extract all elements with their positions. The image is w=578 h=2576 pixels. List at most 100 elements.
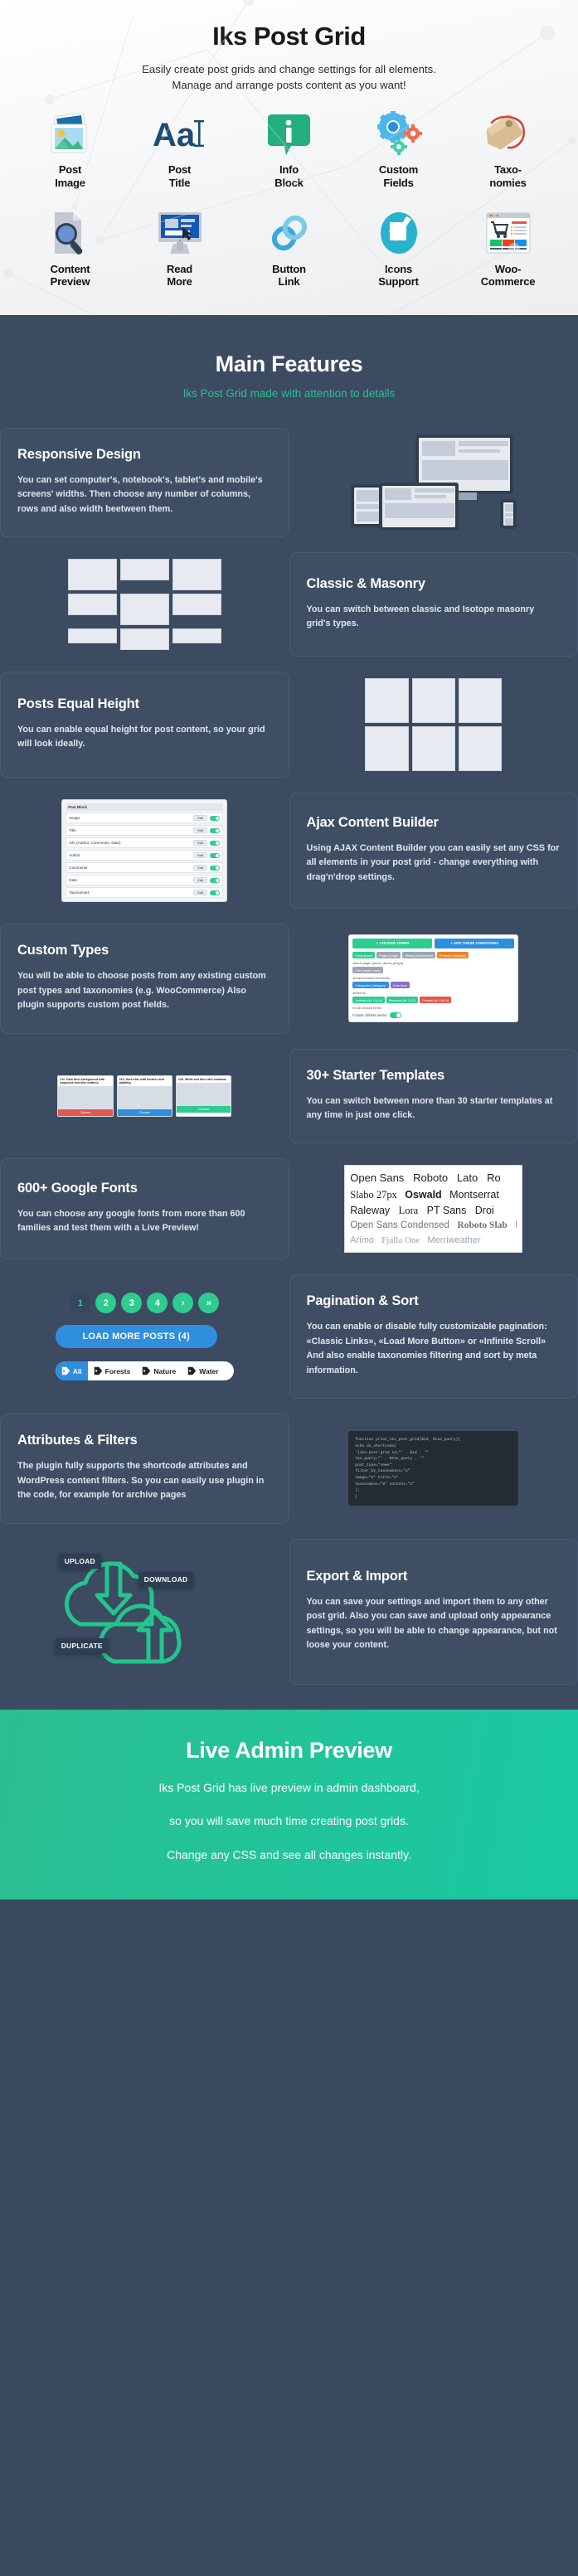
load-more-button[interactable]: LOAD MORE POSTS (4) (55, 1325, 217, 1349)
add-conditions-button[interactable]: + ADD THESE CONDITIONS (435, 939, 515, 949)
tag-icon (143, 1366, 151, 1375)
pill[interactable]: Products (product) (436, 952, 469, 959)
feature-icon-button-link: Button Link (235, 207, 344, 289)
template-card[interactable]: #11. Dark blue background with turquoise… (57, 1075, 114, 1118)
feature-body: You can switch between more than 30 star… (306, 1095, 553, 1120)
toggle-switch[interactable] (210, 852, 221, 858)
font-name[interactable]: Roboto Slab (457, 1220, 507, 1230)
font-name[interactable]: Merriweather (427, 1235, 480, 1245)
choose-terms-button[interactable]: ✓ CHOOSE TERMS (352, 939, 433, 949)
font-row: Open Sans Roboto Lato Ro (350, 1170, 517, 1186)
icon-label: Info Block (274, 163, 304, 189)
edit-button[interactable]: Edit (193, 877, 208, 884)
feature-body: You can save your settings and import th… (306, 1596, 557, 1651)
device-tablet (350, 483, 382, 527)
font-name[interactable]: Open Sans (350, 1172, 404, 1184)
builder-row-label: Comments (69, 866, 88, 871)
choose-button[interactable]: Choose (58, 1109, 113, 1117)
toggle-switch[interactable] (390, 1012, 402, 1019)
edit-button[interactable]: Edit (193, 840, 208, 847)
filter-label: Nature (153, 1366, 177, 1375)
feature-art-builder-panel: Post Block Image Edit Title Edit Info (Aut… (0, 793, 289, 909)
font-row: Raleway Lora PT Sans Droi (350, 1203, 517, 1219)
font-name[interactable]: Roboto (413, 1172, 448, 1184)
feature-custom-types: Custom Types You will be able to choose … (0, 924, 578, 1048)
feature-icon-row-2: Content Preview Read More Button Link Ic… (0, 189, 578, 297)
pill[interactable]: Categories (category) (352, 982, 389, 989)
filter-all[interactable]: All (55, 1361, 88, 1381)
pill[interactable]: Beaches (id: 7) (1) (386, 997, 419, 1004)
footer-line2: so you will save much time creating post… (169, 1814, 409, 1828)
edit-button[interactable]: Edit (193, 852, 208, 859)
font-name[interactable]: Fjalla One (381, 1235, 420, 1245)
font-row: Slabo 27px Oswald Montserrat (350, 1187, 517, 1203)
feature-title: Pagination & Sort (306, 1293, 419, 1309)
edit-button[interactable]: Edit (193, 865, 208, 871)
pagination-page-3[interactable]: 3 (121, 1293, 143, 1314)
feature-art-pagination: 1 2 3 4 › » LOAD MORE POSTS (4) All Fore… (0, 1274, 289, 1399)
builder-row[interactable]: Taxonomies Edit (66, 887, 224, 899)
content-preview-icon (16, 207, 125, 255)
pagination-page-4[interactable]: 4 (147, 1293, 168, 1314)
choose-button[interactable]: Choose (117, 1109, 172, 1117)
pagination-next[interactable]: › (172, 1293, 194, 1314)
pagination-page-1[interactable]: 1 (70, 1293, 91, 1314)
feature-art-equal-grid (289, 672, 578, 778)
filter-nature[interactable]: Nature (136, 1361, 182, 1380)
pill[interactable]: Cars (acme_cars) (352, 967, 384, 974)
font-name[interactable]: Ro (487, 1172, 501, 1184)
builder-row[interactable]: Title Edit (66, 825, 224, 837)
builder-row[interactable]: Date Edit (66, 875, 224, 886)
font-name[interactable]: Slabo 27px (350, 1189, 397, 1201)
pill[interactable]: Media (attachment) (402, 952, 435, 959)
toggle-switch[interactable] (210, 877, 221, 883)
toggle-switch[interactable] (210, 815, 221, 821)
feature-body: You can choose any google fonts from mor… (17, 1208, 245, 1234)
template-card[interactable]: #29. White and blue with shadows Choose (175, 1075, 232, 1118)
pagination-page-2[interactable]: 2 (95, 1293, 117, 1314)
filter-forests[interactable]: Forests (88, 1361, 137, 1380)
pill[interactable]: Animals (id: 13) (1) (352, 997, 386, 1004)
template-card[interactable]: #13. Dark blue with borders and padding … (116, 1075, 172, 1118)
edit-button[interactable]: Edit (193, 815, 208, 822)
toggle-switch[interactable] (210, 865, 221, 871)
toggle-switch[interactable] (210, 827, 221, 833)
font-name[interactable]: PT Sans (427, 1205, 467, 1216)
edit-button[interactable]: Edit (193, 827, 208, 834)
builder-row[interactable]: Info (Author, Comments, Date) Edit (66, 837, 224, 849)
taxonomy-note: for all chosen terms (352, 1006, 382, 1011)
toggle-switch[interactable] (210, 890, 221, 895)
feature-body: You can set computer's, notebook's, tabl… (17, 474, 263, 514)
edit-button[interactable]: Edit (193, 890, 208, 896)
pill[interactable]: Forests (id: 10) (4) (420, 997, 452, 1004)
pagination-last[interactable]: » (198, 1293, 220, 1314)
code-line: } (355, 1494, 358, 1499)
font-name[interactable]: Lora (399, 1205, 419, 1216)
toggle-switch[interactable] (210, 840, 221, 846)
font-name[interactable]: Lato (457, 1172, 478, 1184)
template-thumb (117, 1086, 172, 1110)
pill[interactable]: Cars (car) (390, 982, 410, 989)
feature-attributes-filters: Attributes & Filters The plugin fully su… (0, 1414, 578, 1538)
builder-row[interactable]: Comments Edit (66, 862, 224, 874)
builder-row[interactable]: Image Edit (66, 813, 224, 824)
font-name[interactable]: Arimo (350, 1235, 374, 1245)
font-name[interactable]: Open Sans Condensed (350, 1220, 449, 1230)
pill[interactable]: Pages (page) (376, 952, 401, 959)
builder-row-label: Date (69, 878, 77, 883)
font-name[interactable]: Montserrat (449, 1189, 499, 1201)
font-name[interactable]: Droi (475, 1205, 494, 1216)
font-name[interactable]: D (515, 1220, 517, 1230)
font-name[interactable]: Raleway (350, 1205, 390, 1216)
filter-water[interactable]: Water (182, 1361, 224, 1380)
choose-button[interactable]: Choose (176, 1105, 231, 1113)
feature-title: Export & Import (306, 1568, 408, 1584)
font-name[interactable]: Oswald (405, 1189, 441, 1201)
builder-row[interactable]: Author Edit (66, 850, 224, 861)
include-children-toggle-row[interactable]: Include children terms (352, 1012, 514, 1019)
pill[interactable]: Posts (post) (352, 952, 376, 959)
hero-section: Iks Post Grid Easily create post grids a… (0, 0, 578, 315)
feature-title: Attributes & Filters (17, 1433, 138, 1448)
grid-tile (365, 678, 409, 724)
grid-tile (172, 559, 221, 591)
